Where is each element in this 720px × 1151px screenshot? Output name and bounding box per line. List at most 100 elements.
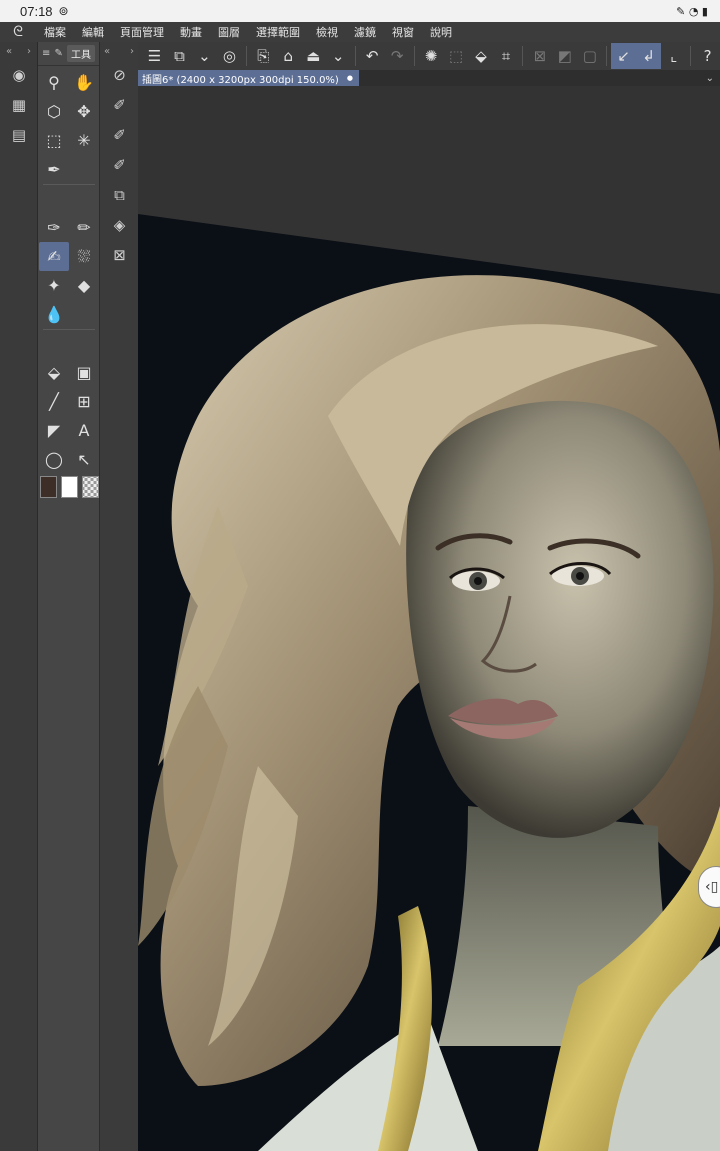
- app-window: 07:18 ⊚ ✎ ◔ ▮ ᘓ 檔案 編輯 頁面管理 動畫 圖層 選擇範圍 檢視…: [0, 0, 720, 1151]
- menu-page-management[interactable]: 頁面管理: [112, 24, 172, 40]
- document-tab-strip: 插圖6* (2400 x 3200px 300dpi 150.0%) ● ⌄: [138, 70, 720, 86]
- correct-line-tool-icon[interactable]: ↖: [69, 445, 99, 474]
- command-bar: ☰ ⧉ ⌄ ◎ ⎘ ⌂ ⏏ ⌄ ↶ ↷ ✺ ⬚ ⬙ ⌗ ⊠ ◩ ▢ ↙ ↲ ⌞ …: [138, 42, 720, 70]
- color-wheel-icon[interactable]: ✐: [100, 150, 139, 180]
- pencil-tool-icon[interactable]: ✏: [69, 213, 99, 242]
- empty-slot: [69, 155, 99, 184]
- collapse-left-icon[interactable]: «: [6, 46, 12, 57]
- unsaved-dot-icon: ●: [346, 74, 353, 82]
- color-chips: [38, 474, 99, 498]
- menu-bar: ᘓ 檔案 編輯 頁面管理 動畫 圖層 選擇範圍 檢視 濾鏡 視窗 說明: [0, 22, 720, 42]
- menu-edit[interactable]: 編輯: [74, 24, 112, 40]
- ruler-tool-icon[interactable]: ◤: [39, 416, 69, 445]
- eraser-tool-icon[interactable]: ◆: [69, 271, 99, 300]
- menu-window[interactable]: 視窗: [384, 24, 422, 40]
- deselect-icon[interactable]: ⬚: [444, 43, 469, 69]
- object-tool-icon[interactable]: ⬡: [39, 97, 69, 126]
- crop-icon[interactable]: ⌗: [493, 43, 518, 69]
- brush-tool-icon[interactable]: ✍: [39, 242, 69, 271]
- assets-icon[interactable]: ◎: [217, 43, 242, 69]
- figure-tool-icon[interactable]: ╱: [39, 387, 69, 416]
- android-status-bar: 07:18 ⊚ ✎ ◔ ▮: [0, 0, 720, 22]
- decoration-tool-icon[interactable]: ✦: [39, 271, 69, 300]
- empty-slot: [69, 300, 99, 329]
- main-color-chip[interactable]: [40, 476, 57, 498]
- tool-tab[interactable]: 工具: [67, 45, 95, 62]
- selection-tool-icon[interactable]: ⬚: [39, 126, 69, 155]
- convert-icon[interactable]: ◩: [552, 43, 577, 69]
- sub-tool-icon[interactable]: ✐: [100, 90, 139, 120]
- menu-file[interactable]: 檔案: [36, 24, 74, 40]
- undo-icon[interactable]: ↶: [360, 43, 385, 69]
- tool-palette: ≡ ✎ 工具 ⚲ ✋ ⬡ ✥ ⬚ ✳ ✒ ✑ ✏ ✍ ⛆ ✦ ◆ 💧 ⬙ ▣ ╱: [38, 42, 99, 1151]
- layer-property-icon[interactable]: ⧉: [100, 180, 139, 210]
- divider: [43, 184, 95, 186]
- dock-collapse-controls: « ›: [0, 42, 37, 60]
- navigator-icon[interactable]: ◉: [0, 60, 38, 90]
- clip-studio-logo-icon[interactable]: ᘓ: [0, 24, 36, 40]
- chevron-left-icon: ‹▯: [705, 879, 719, 895]
- divider: [43, 329, 95, 331]
- menu-help[interactable]: 說明: [422, 24, 460, 40]
- snap-ruler-icon[interactable]: ↙: [611, 43, 637, 69]
- material-icon[interactable]: ⊠: [100, 240, 139, 270]
- collapse-left-icon[interactable]: «: [104, 46, 110, 57]
- portrait-illustration: [138, 214, 720, 1151]
- menu-selection[interactable]: 選擇範圍: [248, 24, 308, 40]
- expand-right-icon[interactable]: ›: [130, 46, 134, 57]
- right-dock-column: « › ⊘ ✐ ✐ ✐ ⧉ ◈ ⊠: [99, 42, 138, 1151]
- pen-tool-icon[interactable]: ✑: [39, 213, 69, 242]
- text-tool-icon[interactable]: A: [69, 416, 99, 445]
- tool-palette-tabs: ≡ ✎ 工具: [38, 42, 99, 66]
- menu-filter[interactable]: 濾鏡: [346, 24, 384, 40]
- menu-animation[interactable]: 動畫: [172, 24, 210, 40]
- loading-icon[interactable]: ✺: [419, 43, 444, 69]
- sub-color-chip[interactable]: [61, 476, 78, 498]
- document-tab-title: 插圖6* (2400 x 3200px 300dpi 150.0%): [142, 74, 339, 86]
- drawing-canvas[interactable]: [138, 86, 720, 1151]
- left-dock-column: « › ◉ ▦ ▤: [0, 42, 38, 1151]
- gradient-tool-icon[interactable]: ▣: [69, 358, 99, 387]
- fill-selection-icon[interactable]: ⬙: [468, 43, 493, 69]
- blend-tool-icon[interactable]: 💧: [39, 300, 69, 329]
- save-icon[interactable]: ⏏: [301, 43, 326, 69]
- timeline-icon[interactable]: ▤: [0, 120, 38, 150]
- snap-grid-icon[interactable]: ⌞: [661, 43, 686, 69]
- redo-icon[interactable]: ↷: [385, 43, 410, 69]
- document-tab[interactable]: 插圖6* (2400 x 3200px 300dpi 150.0%) ●: [138, 70, 359, 86]
- fill-tool-icon[interactable]: ⬙: [39, 358, 69, 387]
- clear-selection-icon[interactable]: ⊠: [527, 43, 552, 69]
- new-file-icon[interactable]: ⎘: [251, 43, 276, 69]
- brush-size-icon[interactable]: ✐: [100, 120, 139, 150]
- sync-icon: ⊚: [58, 4, 69, 18]
- status-time: 07:18: [20, 3, 53, 19]
- transparent-color-chip[interactable]: [82, 476, 99, 498]
- color-set-icon[interactable]: ▦: [0, 90, 38, 120]
- airbrush-tool-icon[interactable]: ⛆: [69, 242, 99, 271]
- frame-border-tool-icon[interactable]: ⊞: [69, 387, 99, 416]
- layers-icon[interactable]: ◈: [100, 210, 139, 240]
- status-icons: ✎ ◔ ▮: [676, 4, 708, 18]
- zoom-tool-icon[interactable]: ⚲: [39, 68, 69, 97]
- clip-studio-icon[interactable]: ⧉: [167, 43, 192, 69]
- palette-menu-icon[interactable]: ≡: [42, 48, 50, 59]
- balloon-tool-icon[interactable]: ◯: [39, 445, 69, 474]
- chevron-down-icon[interactable]: ⌄: [192, 43, 217, 69]
- open-file-icon[interactable]: ⌂: [276, 43, 301, 69]
- move-tool-icon[interactable]: ✥: [69, 97, 99, 126]
- menu-layer[interactable]: 圖層: [210, 24, 248, 40]
- hand-tool-icon[interactable]: ✋: [69, 68, 99, 97]
- eyedropper-tool-icon[interactable]: ✒: [39, 155, 69, 184]
- expand-right-icon[interactable]: ›: [27, 46, 31, 57]
- chevron-down-icon[interactable]: ⌄: [326, 43, 351, 69]
- dock-collapse-controls: « ›: [100, 42, 138, 60]
- tool-property-icon[interactable]: ⊘: [100, 60, 139, 90]
- chevron-down-icon[interactable]: ⌄: [706, 73, 720, 84]
- snap-special-ruler-icon[interactable]: ↲: [636, 43, 662, 69]
- brush-tab-icon[interactable]: ✎: [55, 48, 63, 59]
- menu-icon[interactable]: ☰: [142, 43, 167, 69]
- help-icon[interactable]: ?: [695, 43, 720, 69]
- menu-view[interactable]: 檢視: [308, 24, 346, 40]
- auto-select-tool-icon[interactable]: ✳: [69, 126, 99, 155]
- frame-icon[interactable]: ▢: [577, 43, 602, 69]
